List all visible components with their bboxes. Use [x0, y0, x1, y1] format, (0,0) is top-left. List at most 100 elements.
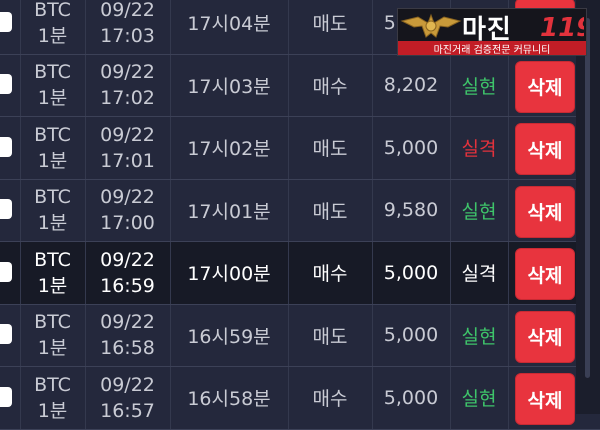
row-checkbox[interactable]: [0, 324, 12, 345]
column-divider: [508, 117, 509, 179]
interval-text: 1분: [37, 212, 68, 235]
time-text: 16:58: [100, 337, 155, 360]
interval-text: 1분: [37, 274, 68, 297]
date-text: 09/22: [100, 123, 155, 146]
date-text: 09/22: [100, 311, 155, 334]
symbol-cell: BTC 1분: [20, 117, 85, 179]
column-divider: [508, 54, 509, 116]
symbol-cell: BTC 1분: [20, 55, 85, 117]
symbol-text: BTC: [34, 248, 71, 271]
side-cell: 매수: [312, 263, 348, 286]
symbol-text: BTC: [34, 373, 71, 396]
column-divider: [508, 242, 509, 304]
date-text: 09/22: [100, 248, 155, 271]
side-cell: 매도: [312, 325, 348, 348]
round-cell: 16시58분: [187, 388, 271, 411]
scrollbar[interactable]: [576, 0, 600, 414]
history-table: BTC 1분 09/22 17:03 17시04분 매도 5,000 실현 삭제…: [0, 0, 600, 430]
table-row: BTC 1분 09/22 16:57 16시58분 매수 5,000 실현 삭제: [0, 367, 600, 430]
datetime-cell: 09/22 17:03: [85, 0, 170, 54]
time-text: 17:02: [100, 87, 155, 110]
side-cell: 매도: [312, 200, 348, 223]
datetime-cell: 09/22 16:59: [85, 242, 170, 304]
row-checkbox[interactable]: [0, 136, 12, 157]
symbol-text: BTC: [34, 311, 71, 334]
symbol-cell: BTC 1분: [20, 180, 85, 242]
amount-cell: 5,000: [383, 136, 439, 159]
eagle-emblem-icon: [400, 13, 462, 38]
datetime-cell: 09/22 17:02: [85, 55, 170, 117]
time-text: 16:57: [100, 399, 155, 422]
column-divider: [508, 179, 509, 241]
scrollbar-thumb[interactable]: [585, 18, 590, 378]
row-checkbox[interactable]: [0, 386, 12, 407]
interval-text: 1분: [37, 337, 68, 360]
result-cell: 실현: [461, 388, 497, 411]
result-cell: 실격: [461, 263, 497, 286]
row-checkbox[interactable]: [0, 199, 12, 220]
round-cell: 17시00분: [187, 263, 271, 286]
svg-text:119: 119: [540, 13, 584, 43]
delete-button[interactable]: 삭제: [515, 60, 575, 113]
delete-button[interactable]: 삭제: [515, 248, 575, 300]
result-cell: 실현: [461, 200, 497, 223]
table-row: BTC 1분 09/22 16:59 17시00분 매수 5,000 실격 삭제: [0, 242, 600, 305]
row-checkbox[interactable]: [0, 11, 12, 32]
amount-cell: 8,202: [383, 74, 439, 97]
datetime-cell: 09/22 17:00: [85, 180, 170, 242]
interval-text: 1분: [37, 149, 68, 172]
watermark-logo: 마진 119 마진거래 검증전문 커뮤니티: [397, 8, 587, 56]
round-cell: 17시01분: [187, 200, 271, 223]
amount-cell: 5,000: [383, 261, 439, 284]
datetime-cell: 09/22 16:57: [85, 367, 170, 429]
table-row: BTC 1분 09/22 17:02 17시03분 매수 8,202 실현 삭제: [0, 54, 600, 117]
result-cell: 실격: [461, 138, 497, 161]
delete-button[interactable]: 삭제: [515, 373, 575, 425]
round-cell: 17시02분: [187, 138, 271, 161]
side-cell: 매도: [312, 13, 348, 36]
amount-cell: 5,000: [383, 324, 439, 347]
symbol-text: BTC: [34, 0, 71, 21]
time-text: 16:59: [100, 274, 155, 297]
table-row: BTC 1분 09/22 16:58 16시59분 매도 5,000 실현 삭제: [0, 304, 600, 367]
date-text: 09/22: [100, 186, 155, 209]
table-row: BTC 1분 09/22 17:00 17시01분 매도 9,580 실현 삭제: [0, 179, 600, 242]
side-cell: 매도: [312, 138, 348, 161]
time-text: 17:03: [100, 24, 155, 47]
delete-button[interactable]: 삭제: [515, 310, 575, 363]
delete-button[interactable]: 삭제: [515, 185, 575, 238]
side-cell: 매수: [312, 388, 348, 411]
date-text: 09/22: [100, 0, 155, 21]
interval-text: 1분: [37, 87, 68, 110]
row-checkbox[interactable]: [0, 74, 12, 95]
amount-cell: 5,000: [383, 386, 439, 409]
amount-cell: 9,580: [383, 199, 439, 222]
column-divider: [508, 367, 509, 429]
interval-text: 1분: [37, 399, 68, 422]
watermark-number: 119: [540, 13, 584, 43]
time-text: 17:01: [100, 149, 155, 172]
watermark-subtitle: 마진거래 검증전문 커뮤니티: [398, 41, 586, 55]
delete-button[interactable]: 삭제: [515, 123, 575, 175]
round-cell: 16시59분: [187, 325, 271, 348]
interval-text: 1분: [37, 24, 68, 47]
date-text: 09/22: [100, 373, 155, 396]
row-checkbox[interactable]: [0, 261, 12, 282]
result-cell: 실현: [461, 75, 497, 98]
round-cell: 17시03분: [187, 75, 271, 98]
result-cell: 실현: [461, 325, 497, 348]
symbol-cell: BTC 1분: [20, 242, 85, 304]
table-row: BTC 1분 09/22 17:01 17시02분 매도 5,000 실격 삭제: [0, 117, 600, 180]
symbol-text: BTC: [34, 186, 71, 209]
round-cell: 17시04분: [187, 13, 271, 36]
datetime-cell: 09/22 17:01: [85, 117, 170, 179]
symbol-text: BTC: [34, 61, 71, 84]
column-divider: [508, 304, 509, 366]
symbol-cell: BTC 1분: [20, 0, 85, 54]
symbol-cell: BTC 1분: [20, 305, 85, 367]
datetime-cell: 09/22 16:58: [85, 305, 170, 367]
date-text: 09/22: [100, 61, 155, 84]
symbol-text: BTC: [34, 123, 71, 146]
time-text: 17:00: [100, 212, 155, 235]
symbol-cell: BTC 1분: [20, 367, 85, 429]
